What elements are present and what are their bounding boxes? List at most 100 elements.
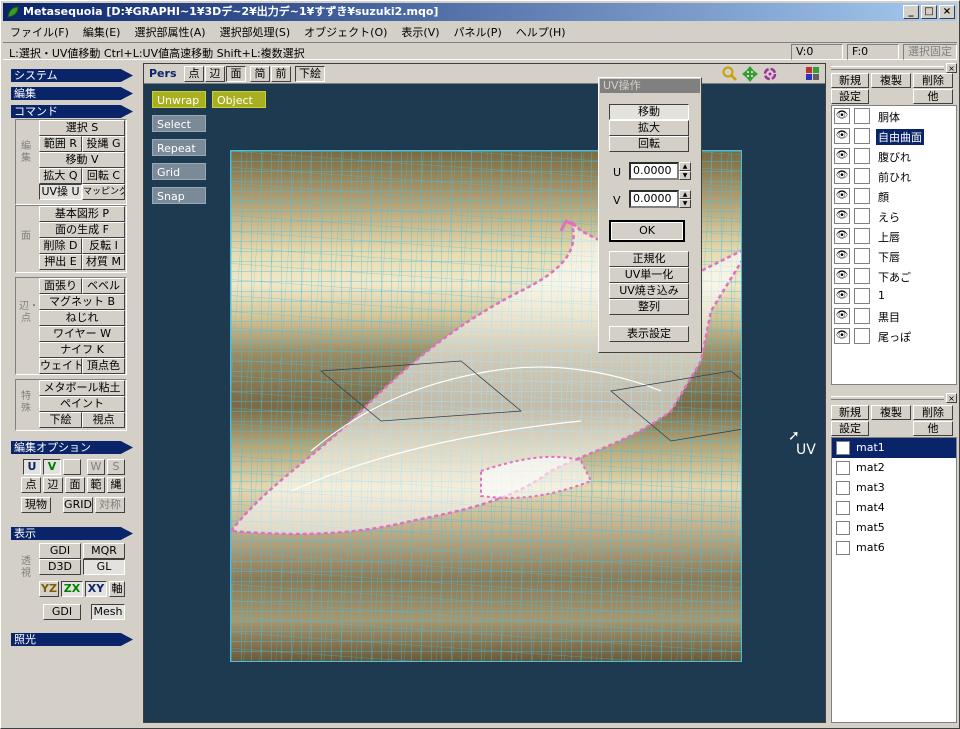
bevel-button[interactable]: ベベル bbox=[82, 278, 125, 294]
option-u[interactable]: U bbox=[23, 459, 41, 475]
underlay-button[interactable]: 下絵 bbox=[39, 412, 82, 428]
object-row[interactable]: 👁 胴体 bbox=[832, 106, 956, 126]
eye-icon[interactable]: 👁 bbox=[834, 328, 850, 344]
material-row[interactable]: mat2 bbox=[832, 458, 956, 478]
mesh-button[interactable]: Mesh bbox=[91, 604, 125, 620]
move-button[interactable]: 移動 V bbox=[39, 152, 125, 168]
zx-view-button[interactable]: ZX bbox=[61, 581, 83, 597]
option-range[interactable]: 範 bbox=[87, 477, 105, 493]
object-duplicate-button[interactable]: 複製 bbox=[871, 73, 911, 88]
repeat-button[interactable]: Repeat bbox=[152, 139, 206, 156]
material-row[interactable]: mat6 bbox=[832, 538, 956, 558]
select-mode-button[interactable]: Select bbox=[152, 115, 206, 132]
command-header[interactable]: コマンド bbox=[11, 105, 133, 118]
object-row[interactable]: 👁 腹びれ bbox=[832, 146, 956, 166]
material-swatch[interactable] bbox=[836, 521, 850, 535]
material-duplicate-button[interactable]: 複製 bbox=[871, 405, 911, 420]
grid-button[interactable]: Grid bbox=[152, 163, 206, 180]
eye-icon[interactable]: 👁 bbox=[834, 148, 850, 164]
view-point-button[interactable]: 点 bbox=[184, 66, 204, 82]
normalize-button[interactable]: 正規化 bbox=[609, 251, 689, 267]
option-v[interactable]: V bbox=[43, 459, 61, 475]
down-arrow-icon[interactable]: ▼ bbox=[679, 199, 691, 208]
lock-icon[interactable] bbox=[854, 308, 870, 324]
eye-icon[interactable]: 👁 bbox=[834, 168, 850, 184]
option-w[interactable]: W bbox=[87, 459, 105, 475]
eye-icon[interactable]: 👁 bbox=[834, 268, 850, 284]
lock-icon[interactable] bbox=[854, 188, 870, 204]
magnet-button[interactable]: マグネット B bbox=[39, 294, 125, 310]
object-new-button[interactable]: 新規 bbox=[831, 73, 869, 88]
ok-button[interactable]: OK bbox=[609, 220, 685, 242]
uv-unify-button[interactable]: UV単一化 bbox=[609, 267, 689, 283]
object-button[interactable]: Object bbox=[212, 91, 266, 108]
menu-help[interactable]: ヘルプ(H) bbox=[509, 24, 573, 40]
primitive-button[interactable]: 基本図形 P bbox=[39, 206, 125, 222]
d3d-button[interactable]: D3D bbox=[39, 559, 81, 575]
lock-icon[interactable] bbox=[854, 268, 870, 284]
fix-selection-button[interactable]: 選択固定 bbox=[903, 44, 957, 60]
uv-dialog-title[interactable]: UV操作 bbox=[600, 79, 700, 93]
object-row[interactable]: 👁 下唇 bbox=[832, 246, 956, 266]
material-swatch[interactable] bbox=[836, 481, 850, 495]
lighting-header[interactable]: 照光 bbox=[11, 633, 133, 646]
material-row[interactable]: mat1 bbox=[832, 438, 956, 458]
option-symmetry[interactable]: 対称 bbox=[95, 497, 125, 513]
view-underlay-button[interactable]: 下絵 bbox=[295, 66, 325, 82]
object-settings-button[interactable]: 設定 bbox=[831, 89, 869, 104]
material-swatch[interactable] bbox=[836, 461, 850, 475]
unwrap-button[interactable]: Unwrap bbox=[152, 91, 206, 108]
twist-button[interactable]: ねじれ bbox=[39, 310, 125, 326]
weight-button[interactable]: ウェイト bbox=[39, 358, 82, 374]
object-row[interactable]: 👁 1 bbox=[832, 286, 956, 306]
viewport[interactable]: Pers 点 辺 面 简 前 下絵 Unwrap Object Select R… bbox=[143, 63, 826, 723]
eye-icon[interactable]: 👁 bbox=[834, 288, 850, 304]
menu-file[interactable]: ファイル(F) bbox=[3, 24, 76, 40]
down-arrow-icon[interactable]: ▼ bbox=[679, 171, 691, 180]
scale-button[interactable]: 拡大 Q bbox=[39, 168, 82, 184]
close-icon[interactable]: × bbox=[946, 393, 957, 403]
object-other-button[interactable]: 他 bbox=[913, 89, 953, 104]
yz-view-button[interactable]: YZ bbox=[39, 581, 59, 597]
wire-button[interactable]: ワイヤー W bbox=[39, 326, 125, 342]
eye-icon[interactable]: 👁 bbox=[834, 128, 850, 144]
snap-button[interactable]: Snap bbox=[152, 187, 206, 204]
edit-options-header[interactable]: 編集オプション bbox=[11, 441, 133, 454]
mapping-button[interactable]: マッピング bbox=[82, 184, 125, 200]
view-edge-button[interactable]: 辺 bbox=[205, 66, 225, 82]
view-face-button[interactable]: 面 bbox=[226, 66, 246, 82]
edit-header[interactable]: 編集 bbox=[11, 87, 133, 100]
knife-button[interactable]: ナイフ K bbox=[39, 342, 125, 358]
viewpoint-button[interactable]: 視点 bbox=[82, 412, 125, 428]
axis-button[interactable]: 軸 bbox=[109, 581, 125, 597]
menu-edit[interactable]: 編集(E) bbox=[76, 24, 128, 40]
lock-icon[interactable] bbox=[854, 248, 870, 264]
display-settings-button[interactable]: 表示設定 bbox=[609, 326, 689, 342]
close-icon[interactable]: × bbox=[946, 63, 957, 73]
material-swatch[interactable] bbox=[836, 501, 850, 515]
delete-button[interactable]: 削除 D bbox=[39, 238, 82, 254]
projection-label[interactable]: Pers bbox=[149, 67, 177, 80]
object-row[interactable]: 👁 下あご bbox=[832, 266, 956, 286]
option-edge[interactable]: 辺 bbox=[43, 477, 63, 493]
object-row[interactable]: 👁 前ひれ bbox=[832, 166, 956, 186]
object-row[interactable]: 👁 えら bbox=[832, 206, 956, 226]
view-simple-button[interactable]: 简 bbox=[250, 66, 270, 82]
range-button[interactable]: 範囲 R bbox=[39, 136, 82, 152]
minimize-button[interactable]: _ bbox=[903, 5, 919, 19]
display-header[interactable]: 表示 bbox=[11, 527, 133, 540]
menu-object[interactable]: オブジェクト(O) bbox=[297, 24, 394, 40]
rotate-icon[interactable] bbox=[762, 66, 778, 82]
up-arrow-icon[interactable]: ▲ bbox=[679, 162, 691, 171]
view-front-button[interactable]: 前 bbox=[271, 66, 291, 82]
mqr-button[interactable]: MQR bbox=[83, 543, 125, 559]
material-new-button[interactable]: 新規 bbox=[831, 405, 869, 420]
object-row[interactable]: 👁 顔 bbox=[832, 186, 956, 206]
stretch-button[interactable]: 面張り bbox=[39, 278, 82, 294]
menu-view[interactable]: 表示(V) bbox=[394, 24, 446, 40]
material-row[interactable]: mat5 bbox=[832, 518, 956, 538]
v-spinner[interactable]: ▲ ▼ bbox=[679, 190, 691, 208]
object-row[interactable]: 👁 尾っぽ bbox=[832, 326, 956, 346]
u-spinner[interactable]: ▲ ▼ bbox=[679, 162, 691, 180]
gdi2-button[interactable]: GDI bbox=[43, 604, 81, 620]
